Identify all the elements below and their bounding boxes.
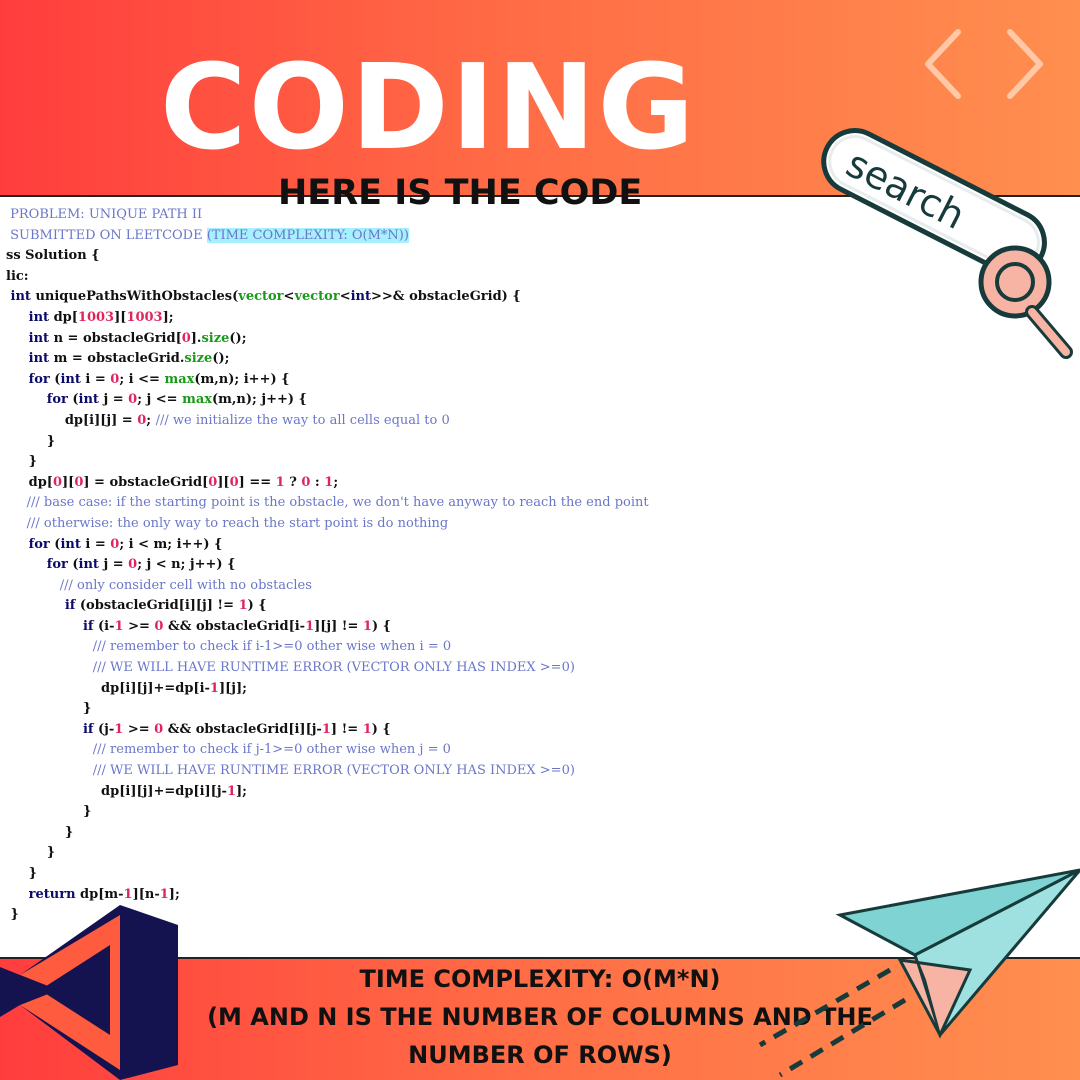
code-line: return dp[m-1][n-1]; [28,886,180,902]
code-line: if (i-1 >= 0 && obstacleGrid[i-1][j] != … [82,618,392,634]
code-line: for (int i = 0; i < m; i++) { [28,536,223,552]
code-line: dp[0][0] = obstacleGrid[0][0] == 1 ? 0 :… [6,474,339,490]
visual-studio-logo-icon [0,905,178,1080]
code-line: int dp[1003][1003]; [28,309,174,325]
code-line: /// WE WILL HAVE RUNTIME ERROR (VECTOR O… [6,660,575,676]
code-line: for (int i = 0; i <= max(m,n); i++) { [28,371,290,387]
subtitle: HERE IS THE CODE [278,173,643,213]
code-line: int m = obstacleGrid.size(); [28,351,230,367]
code-line: /// WE WILL HAVE RUNTIME ERROR (VECTOR O… [6,763,575,779]
code-line: /// remember to check if i-1>=0 other wi… [6,639,452,655]
page-title: CODING [160,38,697,176]
code-line: } [6,804,92,820]
code-line: } [6,433,56,449]
code-line: dp[i][j] = 0; /// we initialize the way … [6,412,450,428]
code-line: int n = obstacleGrid[0].size(); [28,330,247,346]
code-line: dp[i][j]+=dp[i-1][j]; [6,680,247,696]
code-line: } [6,845,56,861]
code-line: for (int j = 0; j < n; j++) { [46,557,236,573]
code-line: int uniquePathsWithObstacles(vector<vect… [10,289,521,305]
code-line: lic: [6,268,29,284]
paper-plane-icon [758,868,1080,1078]
code-line: /// only consider cell with no obstacles [6,577,312,593]
code-block: PROBLEM: UNIQUE PATH II SUBMITTED ON LEE… [6,205,649,926]
code-line: } [6,824,74,840]
code-line: /// base case: if the starting point is … [6,495,649,511]
code-line: SUBMITTED ON LEETCODE (TIME COMPLEXITY: … [6,227,409,243]
code-line: dp[i][j]+=dp[i][j-1]; [6,783,247,799]
code-line: if (j-1 >= 0 && obstacleGrid[i][j-1] != … [82,721,391,737]
code-line: /// remember to check if j-1>=0 other wi… [6,742,451,758]
code-line: for (int j = 0; j <= max(m,n); j++) { [46,392,307,408]
code-line: } [6,454,37,470]
code-line: /// otherwise: the only way to reach the… [6,515,449,531]
code-brackets-icon [925,29,1043,99]
code-line: } [6,701,92,717]
code-line: ss Solution { [6,248,100,264]
search-illustration: search [790,100,1080,370]
code-line: } [6,866,37,881]
code-line: if (obstacleGrid[i][j] != 1) { [64,598,267,614]
magnifier-icon: search [821,128,1073,359]
